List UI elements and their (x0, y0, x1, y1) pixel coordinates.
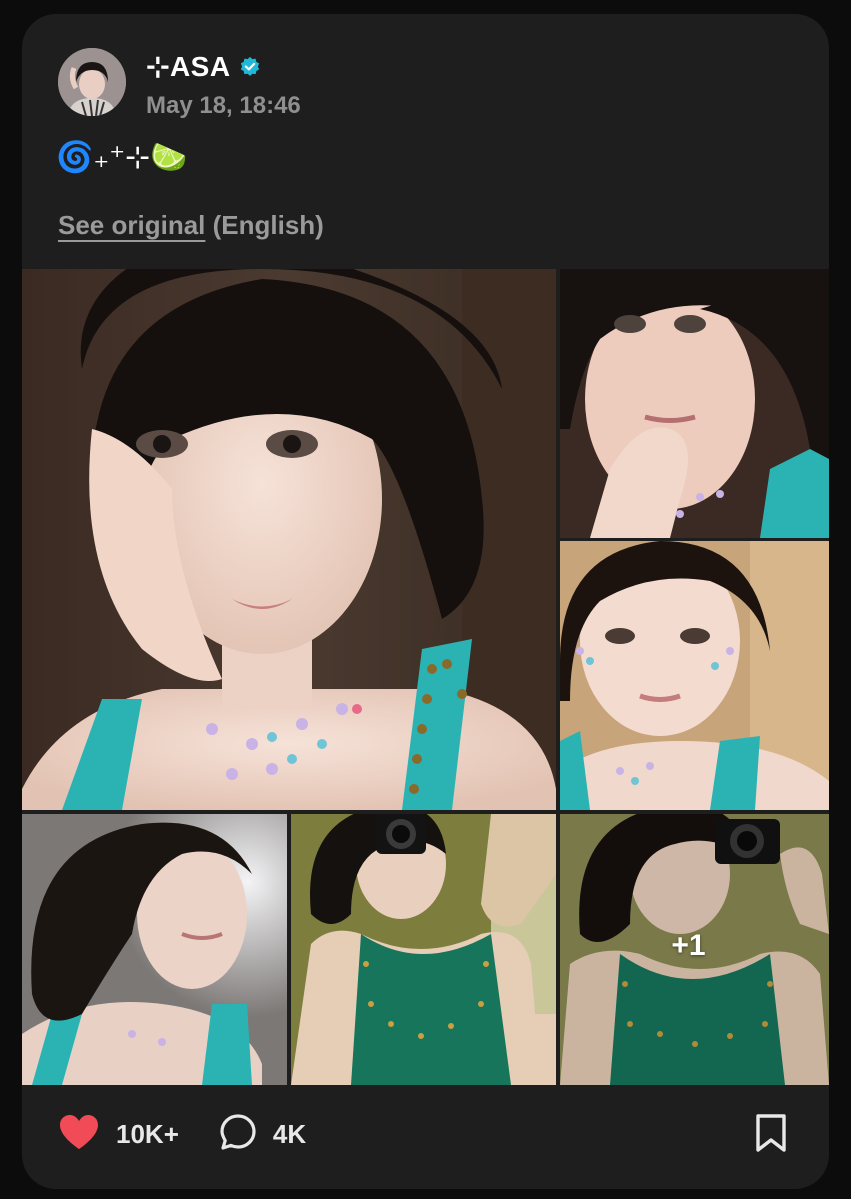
post-photo-6[interactable]: +1 (560, 814, 829, 1085)
post-photo-5[interactable] (291, 814, 556, 1085)
heart-icon (58, 1113, 100, 1156)
more-photos-count: +1 (671, 928, 706, 962)
comment-button[interactable]: 4K (219, 1113, 306, 1156)
author-row: ⊹ASA (146, 50, 261, 83)
post-photo-2[interactable] (560, 269, 829, 538)
post-photo-1[interactable] (22, 269, 556, 810)
see-original-link[interactable]: See original (58, 210, 205, 240)
post-photo-3[interactable] (560, 541, 829, 810)
avatar[interactable] (58, 48, 126, 116)
post-timestamp: May 18, 18:46 (146, 92, 301, 119)
bookmark-icon (754, 1114, 788, 1157)
author-name[interactable]: ⊹ASA (146, 50, 231, 83)
comment-icon (219, 1113, 257, 1156)
translation-toggle: See original (English) (58, 210, 324, 241)
bookmark-button[interactable] (754, 1113, 788, 1153)
like-count: 10K+ (116, 1119, 179, 1149)
translation-language: (English) (212, 210, 324, 240)
verified-badge-icon (239, 56, 261, 78)
action-bar: 10K+ 4K (58, 1113, 306, 1156)
like-button[interactable]: 10K+ (58, 1113, 179, 1156)
post-photo-4[interactable] (22, 814, 287, 1085)
comment-count: 4K (272, 1119, 307, 1149)
photo-grid: +1 (22, 269, 829, 1085)
more-photos-overlay[interactable]: +1 (560, 814, 829, 1085)
post-caption: 🌀₊⁺⊹🍋‍🟩 (56, 141, 188, 174)
post-card: ⊹ASA May 18, 18:46 🌀₊⁺⊹🍋‍🟩 See original … (22, 14, 829, 1189)
